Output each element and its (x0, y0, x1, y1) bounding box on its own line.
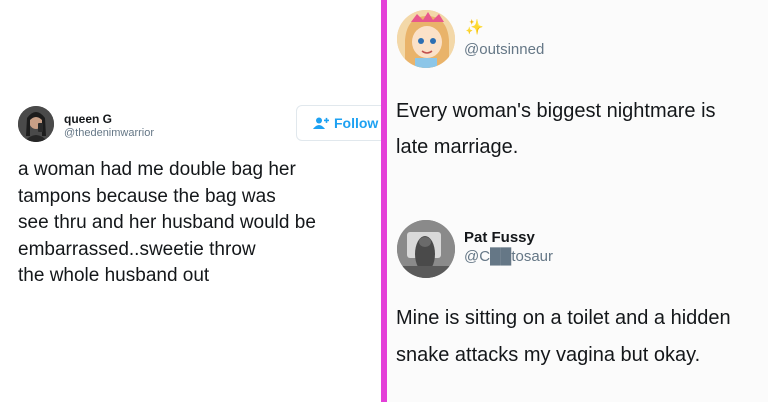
user-handle[interactable]: @C██tosaur (464, 248, 553, 265)
outsinned-avatar[interactable] (397, 10, 455, 68)
right-tweet-thread: ✨ @outsinned Every woman's biggest night… (387, 0, 768, 402)
tweet-text: Mine is sitting on a toilet and a hidden… (396, 307, 731, 366)
tweet-text: a woman had me double bag her tampons be… (18, 159, 316, 286)
display-name[interactable]: queen G (64, 112, 112, 126)
add-user-icon (313, 117, 329, 129)
display-name[interactable]: Pat Fussy (464, 229, 535, 246)
sparkle-icon: ✨ (465, 19, 484, 36)
left-tweet-card: queen G @thedenimwarrior Follow a woman … (0, 0, 381, 402)
tweet-text: Every woman's biggest nightmare is late … (396, 100, 716, 158)
user-handle[interactable]: @outsinned (464, 41, 544, 58)
follow-button[interactable]: Follow (296, 105, 381, 141)
user-handle[interactable]: @thedenimwarrior (64, 127, 154, 139)
queen-g-avatar[interactable] (18, 106, 54, 142)
follow-label: Follow (334, 115, 379, 131)
pat-fussy-avatar[interactable] (397, 220, 455, 278)
